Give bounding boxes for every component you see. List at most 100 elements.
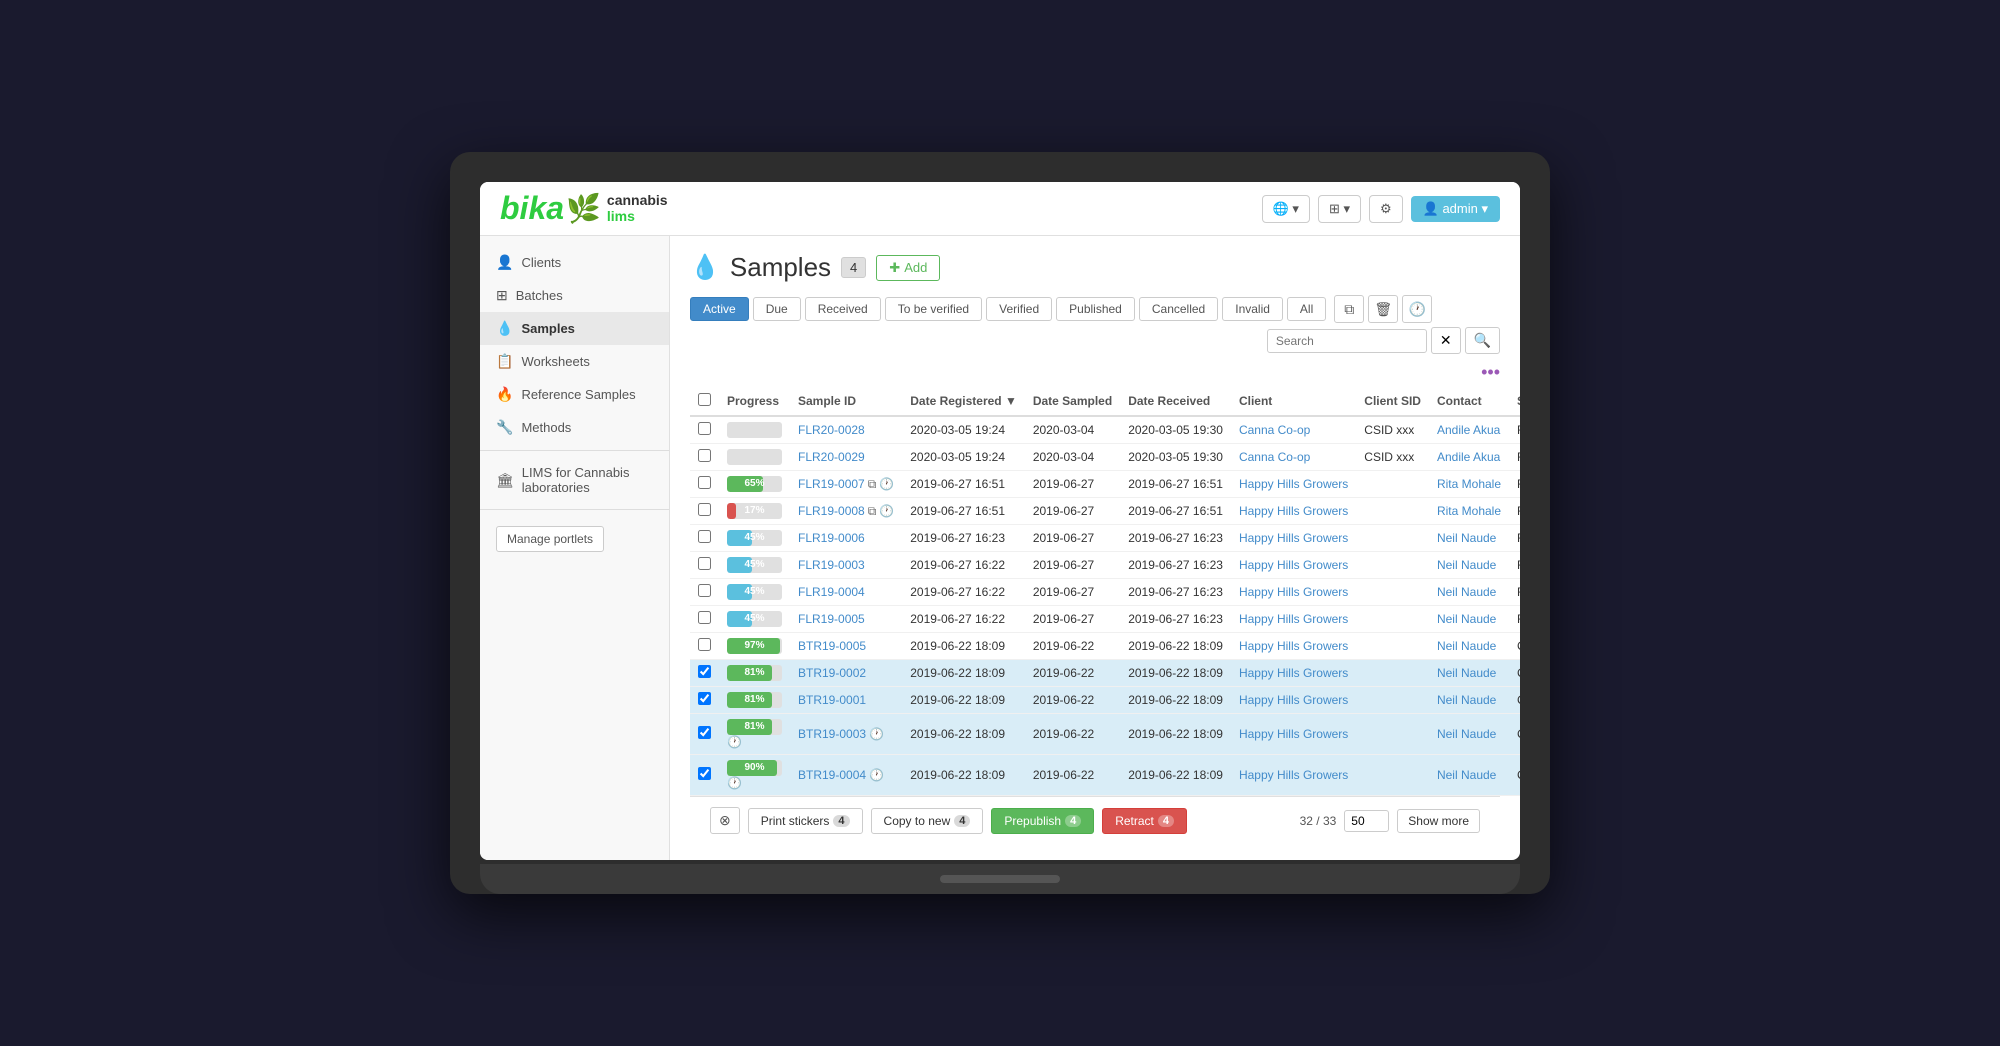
- contact-link[interactable]: Neil Naude: [1437, 585, 1496, 599]
- contact-link[interactable]: Neil Naude: [1437, 727, 1496, 741]
- row-checkbox[interactable]: [698, 530, 711, 543]
- contact-link[interactable]: Neil Naude: [1437, 558, 1496, 572]
- manage-portlets-button[interactable]: Manage portlets: [496, 526, 604, 552]
- contact-link[interactable]: Neil Naude: [1437, 639, 1496, 653]
- progress-bar-label: 45%: [727, 530, 782, 546]
- tab-to-be-verified[interactable]: To be verified: [885, 297, 982, 321]
- deselect-button[interactable]: ⊗: [710, 807, 740, 834]
- tab-published[interactable]: Published: [1056, 297, 1135, 321]
- row-checkbox[interactable]: [698, 449, 711, 462]
- contact-link[interactable]: Rita Mohale: [1437, 504, 1501, 518]
- header-checkbox[interactable]: [698, 393, 711, 406]
- sample-id-link[interactable]: BTR19-0002: [798, 666, 866, 680]
- admin-label: admin: [1442, 201, 1477, 216]
- contact-link[interactable]: Andile Akua: [1437, 423, 1500, 437]
- contact-link[interactable]: Neil Naude: [1437, 531, 1496, 545]
- client-link[interactable]: Happy Hills Growers: [1239, 612, 1348, 626]
- sample-id-link[interactable]: BTR19-0001: [798, 693, 866, 707]
- laptop-base: [480, 864, 1520, 894]
- client-link[interactable]: Happy Hills Growers: [1239, 639, 1348, 653]
- header-date-sampled: Date Sampled: [1025, 387, 1120, 416]
- row-checkbox[interactable]: [698, 665, 711, 678]
- search-clear-button[interactable]: ✕: [1431, 327, 1461, 354]
- row-checkbox[interactable]: [698, 611, 711, 624]
- search-input[interactable]: [1267, 329, 1427, 353]
- client-link[interactable]: Happy Hills Growers: [1239, 768, 1348, 782]
- client-link[interactable]: Happy Hills Growers: [1239, 558, 1348, 572]
- sample-id-link[interactable]: FLR19-0007: [798, 477, 865, 491]
- settings-button[interactable]: ⚙: [1369, 195, 1403, 223]
- sample-id-link[interactable]: BTR19-0003: [798, 727, 866, 741]
- client-link[interactable]: Happy Hills Growers: [1239, 585, 1348, 599]
- date-registered-cell: 2019-06-27 16:22: [902, 552, 1025, 579]
- copy-to-new-button[interactable]: Copy to new 4: [871, 808, 984, 834]
- sidebar-item-lims[interactable]: 🏛 LIMS for Cannabis laboratories: [480, 457, 669, 503]
- table-row: FLR20-00282020-03-05 19:242020-03-042020…: [690, 416, 1520, 444]
- sidebar-item-clients[interactable]: 👤 Clients: [480, 246, 669, 279]
- sample-id-link[interactable]: FLR19-0004: [798, 585, 865, 599]
- sample-id-link[interactable]: FLR20-0028: [798, 423, 865, 437]
- tab-active[interactable]: Active: [690, 297, 749, 321]
- sidebar-item-methods[interactable]: 🔧 Methods: [480, 411, 669, 444]
- row-checkbox-cell: [690, 633, 719, 660]
- more-options[interactable]: •••: [690, 362, 1500, 383]
- sidebar-item-reference-samples[interactable]: 🔥 Reference Samples: [480, 378, 669, 411]
- tab-verified[interactable]: Verified: [986, 297, 1052, 321]
- contact-link[interactable]: Andile Akua: [1437, 450, 1500, 464]
- row-checkbox[interactable]: [698, 638, 711, 651]
- client-link[interactable]: Canna Co-op: [1239, 423, 1310, 437]
- globe-button[interactable]: 🌐 ▾: [1262, 195, 1310, 223]
- row-checkbox[interactable]: [698, 476, 711, 489]
- row-checkbox[interactable]: [698, 726, 711, 739]
- print-stickers-button[interactable]: Print stickers 4: [748, 808, 863, 834]
- client-link[interactable]: Happy Hills Growers: [1239, 504, 1348, 518]
- show-more-button[interactable]: Show more: [1397, 809, 1480, 833]
- client-link[interactable]: Happy Hills Growers: [1239, 477, 1348, 491]
- client-link[interactable]: Happy Hills Growers: [1239, 666, 1348, 680]
- tab-due[interactable]: Due: [753, 297, 801, 321]
- tab-all[interactable]: All: [1287, 297, 1326, 321]
- tab-cancelled[interactable]: Cancelled: [1139, 297, 1218, 321]
- sample-id-link[interactable]: FLR19-0008: [798, 504, 865, 518]
- sample-id-link[interactable]: FLR19-0006: [798, 531, 865, 545]
- sidebar-item-worksheets[interactable]: 📋 Worksheets: [480, 345, 669, 378]
- search-go-button[interactable]: 🔍: [1465, 327, 1500, 354]
- client-link[interactable]: Happy Hills Growers: [1239, 693, 1348, 707]
- contact-link[interactable]: Neil Naude: [1437, 666, 1496, 680]
- sample-id-link[interactable]: FLR20-0029: [798, 450, 865, 464]
- client-sid-cell: [1356, 606, 1429, 633]
- contact-link[interactable]: Neil Naude: [1437, 768, 1496, 782]
- table-row: FLR20-00292020-03-05 19:242020-03-042020…: [690, 444, 1520, 471]
- sample-id-link[interactable]: FLR19-0003: [798, 558, 865, 572]
- sample-id-link[interactable]: BTR19-0004: [798, 768, 866, 782]
- tab-received[interactable]: Received: [805, 297, 881, 321]
- admin-button[interactable]: 👤 admin ▾: [1411, 196, 1500, 222]
- sidebar-methods-label: Methods: [521, 420, 571, 435]
- row-checkbox[interactable]: [698, 503, 711, 516]
- delete-icon-button[interactable]: 🗑: [1368, 295, 1398, 323]
- contact-link[interactable]: Neil Naude: [1437, 612, 1496, 626]
- sidebar-item-samples[interactable]: 💧 Samples: [480, 312, 669, 345]
- row-checkbox[interactable]: [698, 584, 711, 597]
- header-date-registered[interactable]: Date Registered ▼: [902, 387, 1025, 416]
- contact-link[interactable]: Rita Mohale: [1437, 477, 1501, 491]
- row-checkbox[interactable]: [698, 557, 711, 570]
- add-button[interactable]: ✚ Add: [876, 255, 940, 281]
- sample-id-link[interactable]: BTR19-0005: [798, 639, 866, 653]
- row-checkbox[interactable]: [698, 767, 711, 780]
- per-page-input[interactable]: [1344, 810, 1389, 832]
- row-checkbox[interactable]: [698, 422, 711, 435]
- client-link[interactable]: Canna Co-op: [1239, 450, 1310, 464]
- grid-button[interactable]: ⊞ ▾: [1318, 195, 1361, 223]
- clock-icon-button[interactable]: 🕐: [1402, 295, 1432, 323]
- row-checkbox[interactable]: [698, 692, 711, 705]
- retract-button[interactable]: Retract 4: [1102, 808, 1187, 834]
- sidebar-item-batches[interactable]: ⊞ Batches: [480, 279, 669, 312]
- client-link[interactable]: Happy Hills Growers: [1239, 727, 1348, 741]
- copy-icon-button[interactable]: ⧉: [1334, 295, 1364, 323]
- prepublish-button[interactable]: Prepublish 4: [991, 808, 1094, 834]
- contact-link[interactable]: Neil Naude: [1437, 693, 1496, 707]
- sample-id-link[interactable]: FLR19-0005: [798, 612, 865, 626]
- tab-invalid[interactable]: Invalid: [1222, 297, 1283, 321]
- client-link[interactable]: Happy Hills Growers: [1239, 531, 1348, 545]
